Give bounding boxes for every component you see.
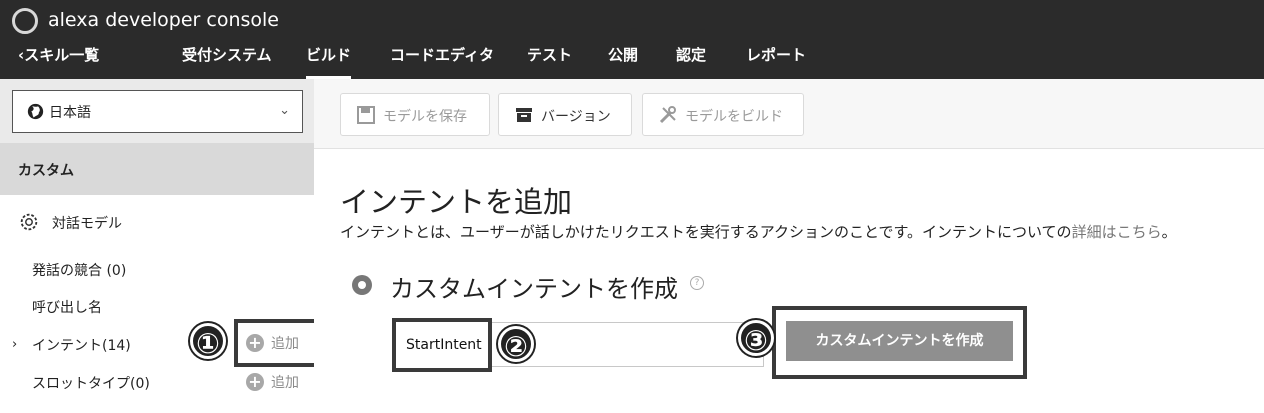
sidebar-item-slot-types[interactable]: スロットタイプ(0): [32, 373, 150, 393]
sidebar-item-invocation-name[interactable]: 呼び出し名: [32, 297, 102, 317]
back-link-label: スキル一覧: [24, 46, 100, 64]
save-model-label: モデルを保存: [383, 109, 467, 125]
add-intent-label: 追加: [271, 336, 299, 352]
alexa-logo-icon[interactable]: [12, 8, 38, 34]
tab-reception-system[interactable]: 受付システム: [182, 44, 272, 65]
create-custom-intent-button[interactable]: カスタムインテントを作成: [786, 321, 1013, 361]
help-icon[interactable]: ?: [690, 276, 704, 290]
gear-icon: [20, 213, 38, 231]
description-end: 。: [1161, 223, 1177, 241]
learn-more-link[interactable]: 詳細はこちら: [1072, 223, 1162, 241]
tab-test[interactable]: テスト: [527, 44, 572, 65]
custom-intent-radio[interactable]: [352, 275, 372, 295]
back-to-skills-link[interactable]: ‹スキル一覧: [18, 44, 99, 65]
tools-icon: [659, 106, 676, 124]
chevron-down-icon: ⌄: [279, 103, 290, 118]
plus-circle-icon: +: [246, 373, 264, 391]
tab-code-editor[interactable]: コードエディタ: [390, 44, 494, 65]
description-text: インテントとは、ユーザーが話しかけたリクエストを実行するアクションのことです。イ…: [340, 223, 1072, 241]
add-slot-type-button[interactable]: + 追加: [246, 372, 299, 392]
archive-icon: [516, 108, 532, 122]
tab-publish[interactable]: 公開: [608, 44, 638, 65]
sidebar: 日本語 ⌄ カスタム 対話モデル 発話の競合 (0) 呼び出し名 › インテント…: [0, 79, 318, 413]
build-model-button[interactable]: モデルをビルド: [642, 93, 804, 136]
chevron-right-icon[interactable]: ›: [12, 337, 17, 352]
plus-circle-icon: +: [246, 334, 264, 352]
step-3-marker: ③: [738, 320, 774, 357]
intent-name-value[interactable]: StartIntent: [392, 318, 492, 372]
add-slot-type-label: 追加: [271, 375, 299, 391]
custom-section-label: カスタム: [18, 163, 74, 179]
dialog-model-item[interactable]: 対話モデル: [0, 195, 314, 251]
save-icon: [357, 106, 375, 124]
top-header: alexa developer console ‹スキル一覧 受付システム ビル…: [0, 0, 1264, 80]
dialog-model-label: 対話モデル: [52, 216, 122, 232]
sidebar-item-intents[interactable]: インテント(14): [32, 335, 131, 355]
version-label: バージョン: [541, 109, 611, 125]
custom-intent-section-title: カスタムインテントを作成: [390, 275, 678, 303]
create-button-highlight: カスタムインテントを作成: [772, 306, 1027, 379]
globe-icon: [27, 103, 44, 120]
tab-report[interactable]: レポート: [746, 44, 806, 65]
tab-certification[interactable]: 認定: [676, 44, 706, 65]
tab-build[interactable]: ビルド: [306, 44, 352, 80]
version-button[interactable]: バージョン: [498, 93, 632, 136]
app-title[interactable]: alexa developer console: [48, 9, 279, 31]
toolbar: モデルを保存 バージョン モデルをビルド: [314, 79, 1264, 149]
page-description: インテントとは、ユーザーが話しかけたリクエストを実行するアクションのことです。イ…: [340, 221, 1177, 242]
language-panel: 日本語 ⌄: [0, 79, 314, 143]
sidebar-item-utterance-conflicts[interactable]: 発話の競合 (0): [32, 260, 126, 280]
language-label: 日本語: [49, 105, 91, 121]
main-panel: モデルを保存 バージョン モデルをビルド インテントを追加 インテントとは、ユー…: [314, 79, 1264, 413]
language-select[interactable]: 日本語 ⌄: [12, 90, 303, 133]
step-1-marker: ①: [190, 323, 226, 360]
save-model-button[interactable]: モデルを保存: [340, 93, 490, 136]
step-2-marker: ②: [498, 326, 534, 363]
page-title: インテントを追加: [340, 185, 573, 219]
custom-section-header[interactable]: カスタム: [0, 143, 314, 195]
build-model-label: モデルをビルド: [685, 109, 783, 125]
add-intent-button[interactable]: + 追加: [246, 333, 299, 353]
